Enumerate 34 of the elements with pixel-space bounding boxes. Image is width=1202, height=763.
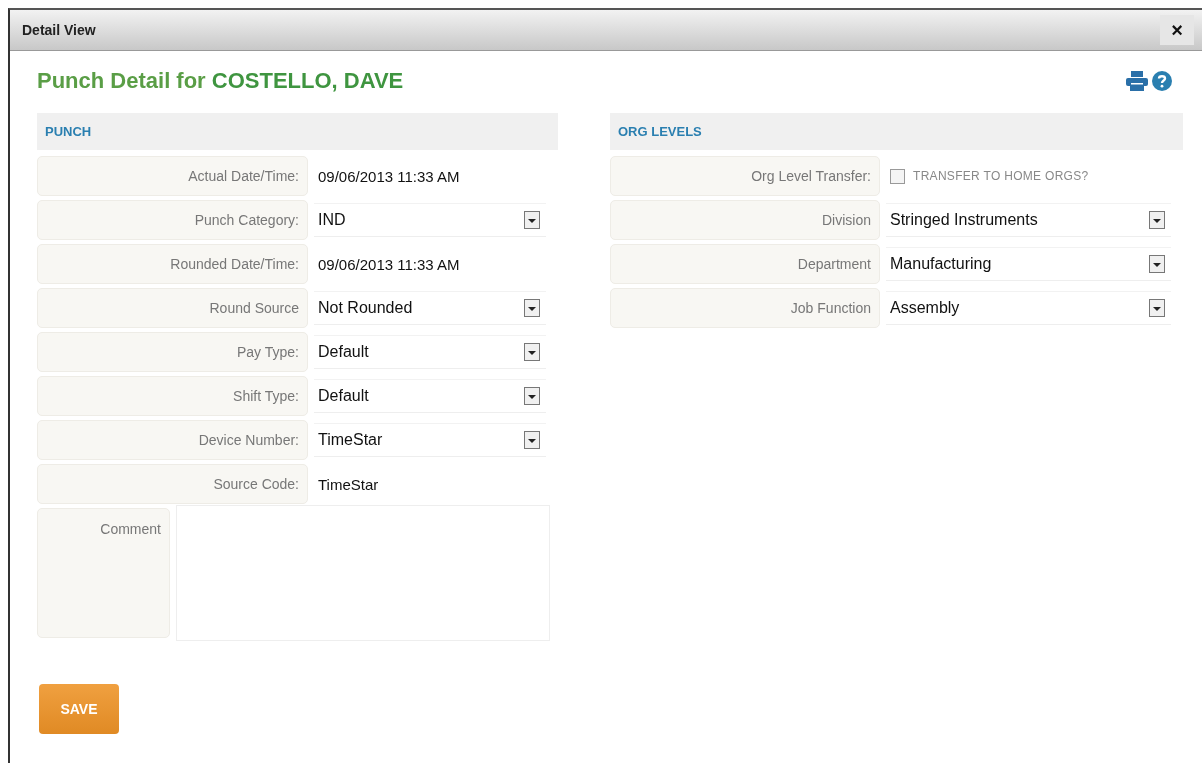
select-field[interactable]: TimeStar xyxy=(314,423,546,457)
field-label: Shift Type: xyxy=(37,376,308,416)
close-button[interactable]: × xyxy=(1160,15,1194,45)
field-value: TimeStar xyxy=(317,475,379,493)
window-title: Detail View xyxy=(22,22,96,38)
field-label: Source Code: xyxy=(37,464,308,504)
field-label: Pay Type: xyxy=(37,332,308,372)
select-field[interactable]: Not Rounded xyxy=(314,291,546,325)
help-icon[interactable] xyxy=(1152,71,1172,91)
select-field[interactable]: IND xyxy=(314,203,546,237)
select-field[interactable]: Stringed Instruments xyxy=(886,203,1171,237)
field-label: Division xyxy=(610,200,880,240)
field-label: Round Source xyxy=(37,288,308,328)
section-header: PUNCH xyxy=(37,113,558,150)
select-field[interactable]: Manufacturing xyxy=(886,247,1171,281)
field-value: 09/06/2013 11:33 AM xyxy=(317,167,460,185)
field-label: Org Level Transfer: xyxy=(610,156,880,196)
checkbox[interactable] xyxy=(890,168,905,184)
field-label: Actual Date/Time: xyxy=(37,156,308,196)
page-heading: Punch Detail for COSTELLO, DAVE xyxy=(37,68,404,94)
select-field[interactable]: Default xyxy=(314,335,546,369)
field-label: Comment xyxy=(37,508,170,638)
comment-field[interactable] xyxy=(176,505,550,641)
field-label: Department xyxy=(610,244,880,284)
printer-icon[interactable] xyxy=(1126,71,1148,91)
select-field[interactable]: Default xyxy=(314,379,546,413)
field-label: Punch Category: xyxy=(37,200,308,240)
section-header: ORG LEVELS xyxy=(610,113,1183,150)
field-label: Device Number: xyxy=(37,420,308,460)
select-field[interactable]: Assembly xyxy=(886,291,1171,325)
field-label: Rounded Date/Time: xyxy=(37,244,308,284)
field-value: 09/06/2013 11:33 AM xyxy=(317,255,460,273)
field-label: Job Function xyxy=(610,288,880,328)
checkbox-label: TRANSFER TO HOME ORGS? xyxy=(913,169,1089,183)
